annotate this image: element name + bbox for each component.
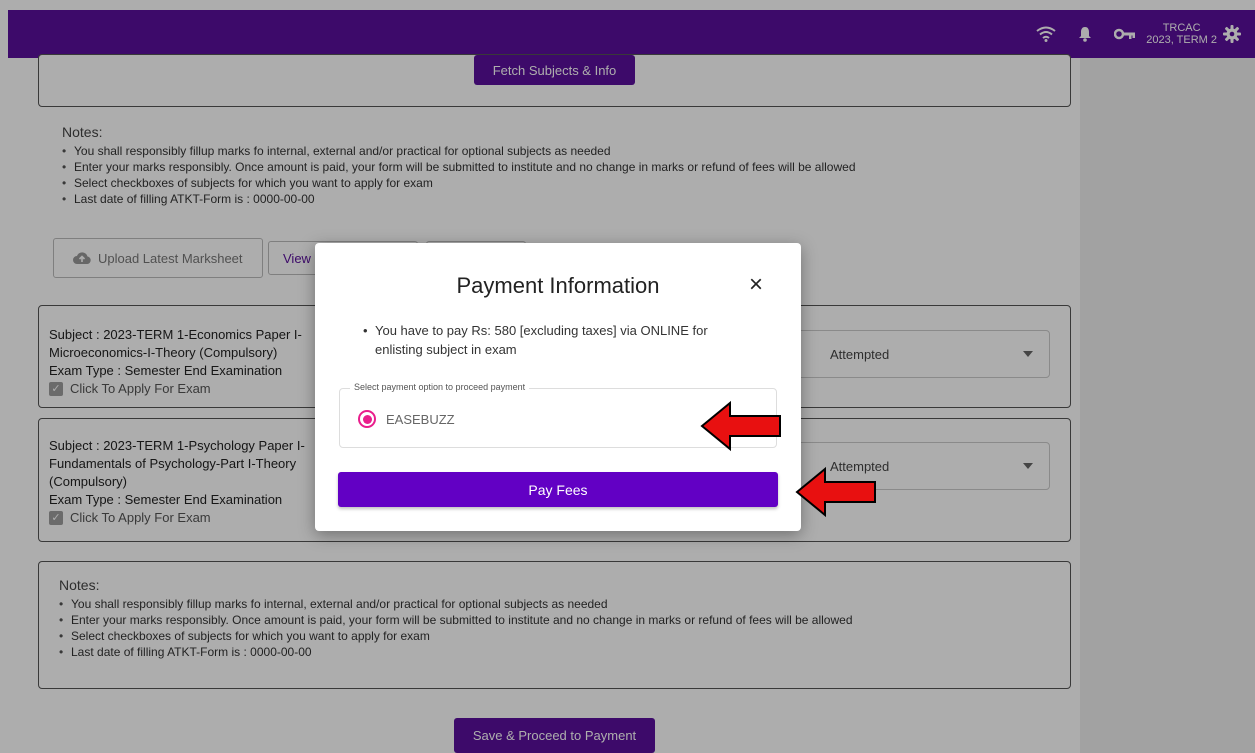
radio-selected-icon[interactable] — [358, 410, 376, 428]
dialog-title: Payment Information — [456, 273, 660, 298]
pay-fees-button[interactable]: Pay Fees — [338, 472, 778, 507]
payment-message: You have to pay Rs: 580 [excluding taxes… — [363, 321, 753, 359]
easebuzz-radio-option[interactable]: EASEBUZZ — [358, 410, 455, 428]
close-icon[interactable]: × — [749, 273, 763, 297]
red-arrow-icon — [795, 466, 876, 518]
payment-option-legend: Select payment option to proceed payment — [350, 382, 530, 392]
payment-information-dialog: Payment Information × You have to pay Rs… — [315, 243, 801, 531]
red-arrow-icon — [700, 400, 781, 452]
